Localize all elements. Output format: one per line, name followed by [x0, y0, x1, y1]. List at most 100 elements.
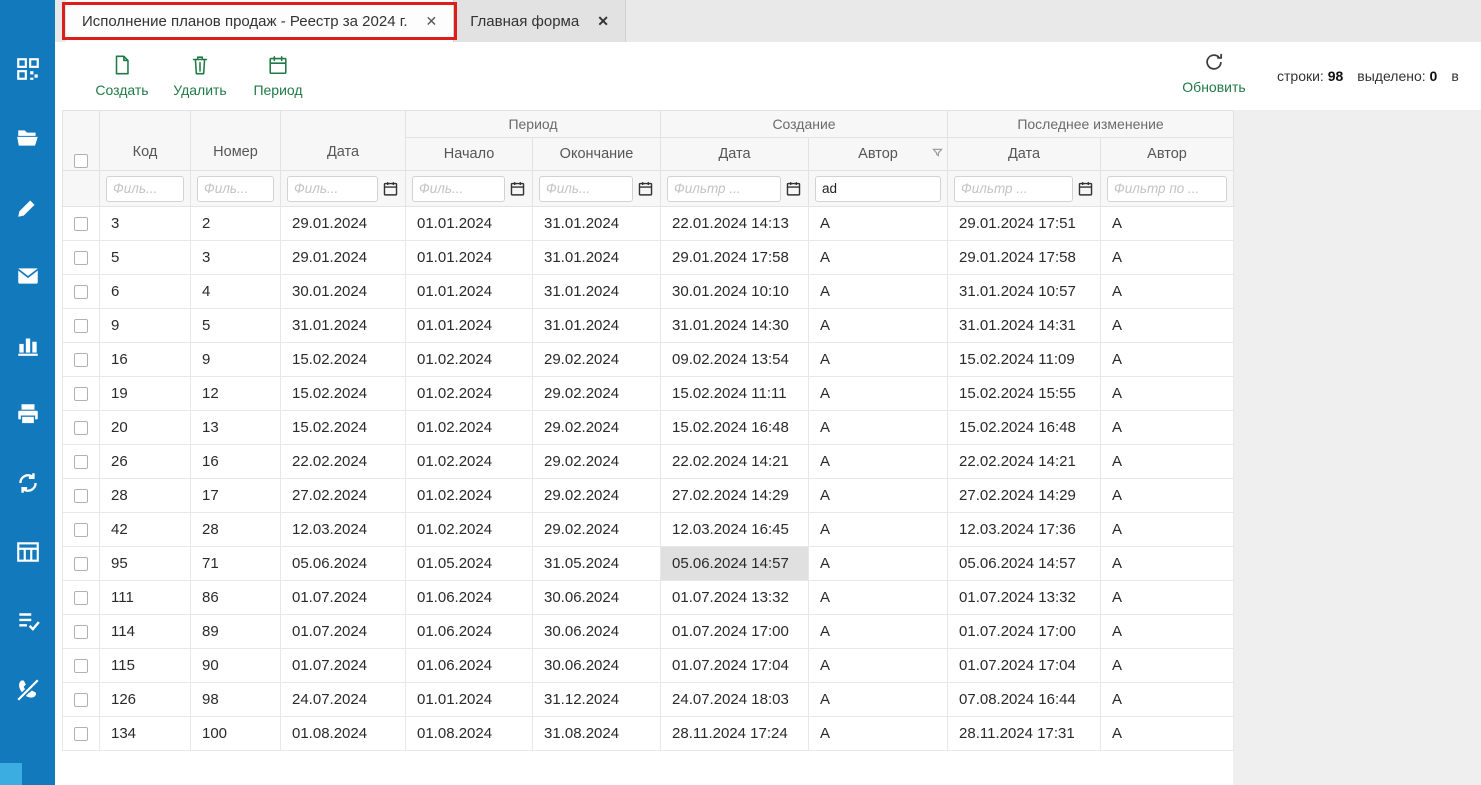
row-checkbox[interactable] — [74, 285, 88, 299]
cell-sozdanie-avtor[interactable]: A — [809, 207, 948, 241]
cell-sozdanie-data[interactable]: 22.01.2024 14:13 — [661, 207, 809, 241]
cell-sozdanie-avtor[interactable]: A — [809, 343, 948, 377]
cell-nomer[interactable]: 16 — [191, 445, 281, 479]
cell-izmenenie-avtor[interactable]: A — [1101, 615, 1234, 649]
row-checkbox[interactable] — [74, 591, 88, 605]
filter-input-izmenenie-data[interactable] — [954, 176, 1073, 202]
cell-data[interactable]: 31.01.2024 — [281, 309, 406, 343]
cell-izmenenie-avtor[interactable]: A — [1101, 377, 1234, 411]
cell-data[interactable]: 15.02.2024 — [281, 411, 406, 445]
calendar-icon[interactable] — [637, 180, 654, 197]
sync-icon[interactable] — [15, 470, 41, 496]
cell-nomer[interactable]: 89 — [191, 615, 281, 649]
cell-izmenenie-avtor[interactable]: A — [1101, 513, 1234, 547]
row-checkbox[interactable] — [74, 387, 88, 401]
cell-sozdanie-data[interactable]: 30.01.2024 10:10 — [661, 275, 809, 309]
tab-sales-plan-registry[interactable]: Исполнение планов продаж - Реестр за 202… — [66, 0, 453, 42]
tab-main-form[interactable]: Главная форма ✕ — [453, 0, 626, 42]
cell-izmenenie-avtor[interactable]: A — [1101, 479, 1234, 513]
close-icon[interactable]: ✕ — [426, 13, 438, 30]
cell-nomer[interactable]: 86 — [191, 581, 281, 615]
column-header-kod[interactable]: Код — [100, 111, 191, 171]
table-row[interactable]: 957105.06.202401.05.202431.05.202405.06.… — [63, 547, 1234, 581]
cell-nachalo[interactable]: 01.02.2024 — [406, 513, 533, 547]
cell-okonchanie[interactable]: 29.02.2024 — [533, 479, 661, 513]
column-header-izmenenie-avtor[interactable]: Автор — [1101, 138, 1234, 171]
cell-nomer[interactable]: 13 — [191, 411, 281, 445]
cell-sozdanie-avtor[interactable]: A — [809, 615, 948, 649]
cell-kod[interactable]: 9 — [100, 309, 191, 343]
cell-izmenenie-data[interactable]: 15.02.2024 16:48 — [948, 411, 1101, 445]
cell-izmenenie-avtor[interactable]: A — [1101, 343, 1234, 377]
calendar-icon[interactable] — [382, 180, 399, 197]
cell-sozdanie-avtor[interactable]: A — [809, 445, 948, 479]
cell-okonchanie[interactable]: 30.06.2024 — [533, 615, 661, 649]
cell-nachalo[interactable]: 01.06.2024 — [406, 581, 533, 615]
bar-chart-icon[interactable] — [15, 332, 41, 358]
row-checkbox[interactable] — [74, 217, 88, 231]
table-row[interactable]: 13410001.08.202401.08.202431.08.202428.1… — [63, 717, 1234, 751]
cell-okonchanie[interactable]: 30.06.2024 — [533, 581, 661, 615]
cell-nomer[interactable]: 17 — [191, 479, 281, 513]
cell-okonchanie[interactable]: 29.02.2024 — [533, 377, 661, 411]
cell-okonchanie[interactable]: 31.08.2024 — [533, 717, 661, 751]
table-row[interactable]: 5329.01.202401.01.202431.01.202429.01.20… — [63, 241, 1234, 275]
cell-okonchanie[interactable]: 31.05.2024 — [533, 547, 661, 581]
cell-izmenenie-data[interactable]: 01.07.2024 17:00 — [948, 615, 1101, 649]
cell-sozdanie-avtor[interactable]: A — [809, 309, 948, 343]
cell-izmenenie-data[interactable]: 29.01.2024 17:58 — [948, 241, 1101, 275]
cell-okonchanie[interactable]: 31.12.2024 — [533, 683, 661, 717]
cell-sozdanie-data[interactable]: 29.01.2024 17:58 — [661, 241, 809, 275]
cell-nomer[interactable]: 4 — [191, 275, 281, 309]
calendar-icon[interactable] — [1077, 180, 1094, 197]
row-checkbox[interactable] — [74, 625, 88, 639]
cell-nomer[interactable]: 98 — [191, 683, 281, 717]
row-checkbox[interactable] — [74, 693, 88, 707]
cell-nomer[interactable]: 28 — [191, 513, 281, 547]
cell-sozdanie-data[interactable]: 01.07.2024 13:32 — [661, 581, 809, 615]
row-checkbox[interactable] — [74, 319, 88, 333]
column-header-sozdanie-avtor[interactable]: Автор — [809, 138, 948, 171]
cell-izmenenie-data[interactable]: 29.01.2024 17:51 — [948, 207, 1101, 241]
cell-izmenenie-avtor[interactable]: A — [1101, 683, 1234, 717]
table-row[interactable]: 1118601.07.202401.06.202430.06.202401.07… — [63, 581, 1234, 615]
cell-sozdanie-data[interactable]: 15.02.2024 16:48 — [661, 411, 809, 445]
close-icon[interactable]: ✕ — [597, 13, 609, 30]
checklist-icon[interactable] — [15, 608, 41, 634]
table-icon[interactable] — [15, 539, 41, 565]
cell-izmenenie-data[interactable]: 07.08.2024 16:44 — [948, 683, 1101, 717]
cell-kod[interactable]: 114 — [100, 615, 191, 649]
cell-okonchanie[interactable]: 29.02.2024 — [533, 445, 661, 479]
filter-input-sozdanie-data[interactable] — [667, 176, 781, 202]
cell-sozdanie-avtor[interactable]: A — [809, 547, 948, 581]
cell-nachalo[interactable]: 01.01.2024 — [406, 309, 533, 343]
filter-input-nachalo[interactable] — [412, 176, 505, 202]
cell-okonchanie[interactable]: 31.01.2024 — [533, 241, 661, 275]
cell-data[interactable]: 27.02.2024 — [281, 479, 406, 513]
cell-data[interactable]: 29.01.2024 — [281, 207, 406, 241]
row-checkbox[interactable] — [74, 489, 88, 503]
calendar-icon[interactable] — [509, 180, 526, 197]
filter-input-okonchanie[interactable] — [539, 176, 633, 202]
cell-izmenenie-data[interactable]: 31.01.2024 10:57 — [948, 275, 1101, 309]
cell-data[interactable]: 15.02.2024 — [281, 343, 406, 377]
row-checkbox[interactable] — [74, 251, 88, 265]
row-checkbox[interactable] — [74, 353, 88, 367]
cell-okonchanie[interactable]: 30.06.2024 — [533, 649, 661, 683]
cell-nachalo[interactable]: 01.01.2024 — [406, 241, 533, 275]
cell-kod[interactable]: 115 — [100, 649, 191, 683]
table-row[interactable]: 9531.01.202401.01.202431.01.202431.01.20… — [63, 309, 1234, 343]
printer-icon[interactable] — [15, 401, 41, 427]
cell-okonchanie[interactable]: 31.01.2024 — [533, 309, 661, 343]
cell-data[interactable]: 12.03.2024 — [281, 513, 406, 547]
refresh-button[interactable]: Обновить — [1175, 51, 1253, 95]
cell-izmenenie-data[interactable]: 05.06.2024 14:57 — [948, 547, 1101, 581]
cell-sozdanie-data[interactable]: 31.01.2024 14:30 — [661, 309, 809, 343]
cell-sozdanie-avtor[interactable]: A — [809, 377, 948, 411]
table-row[interactable]: 201315.02.202401.02.202429.02.202415.02.… — [63, 411, 1234, 445]
cell-data[interactable]: 01.07.2024 — [281, 615, 406, 649]
filter-input-kod[interactable] — [106, 176, 184, 202]
table-row[interactable]: 16915.02.202401.02.202429.02.202409.02.2… — [63, 343, 1234, 377]
cell-kod[interactable]: 20 — [100, 411, 191, 445]
table-row[interactable]: 261622.02.202401.02.202429.02.202422.02.… — [63, 445, 1234, 479]
